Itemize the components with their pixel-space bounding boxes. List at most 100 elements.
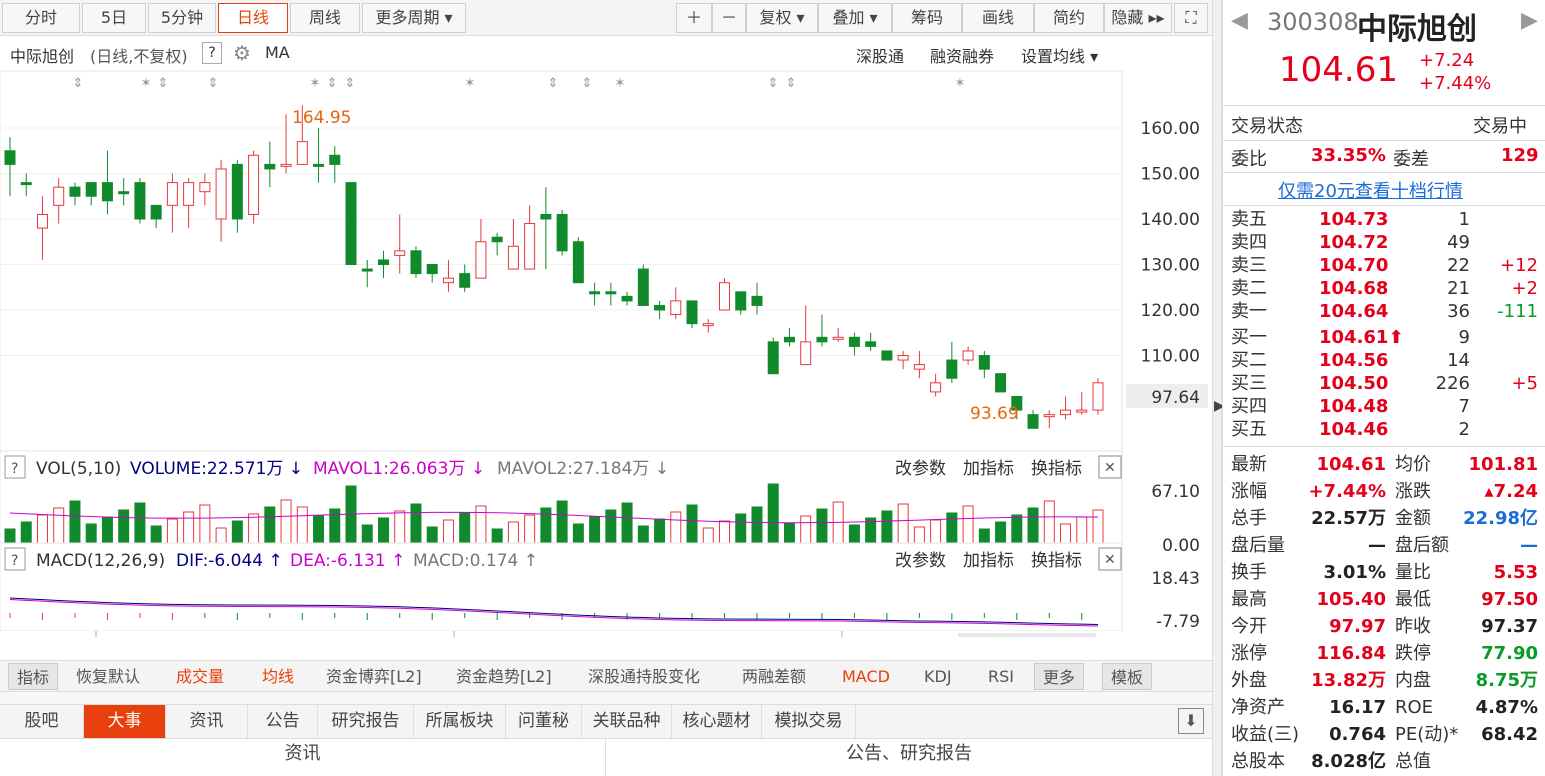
bid-row: 买三 104.50 226 +5 — [1223, 372, 1545, 395]
bottom-tab-6[interactable]: 问董秘 — [506, 705, 582, 738]
candle-body — [995, 373, 1007, 393]
candle-body — [556, 213, 568, 252]
volume-bar — [1076, 516, 1088, 544]
bottom-tab-3[interactable]: 公告 — [248, 705, 318, 738]
tool-button-5[interactable]: 画线 — [962, 3, 1034, 33]
period-tab-3[interactable]: 日线 — [218, 3, 288, 33]
volume-bar — [783, 522, 795, 544]
tool-button-7[interactable]: 隐藏 ▸▸ — [1104, 3, 1172, 33]
event-marker-icon[interactable]: ⇕ — [327, 76, 338, 91]
period-tab-1[interactable]: 5日 — [82, 3, 146, 33]
bottom-tab-1[interactable]: 大事 — [84, 705, 166, 738]
bottom-tab-0[interactable]: 股吧 — [0, 705, 84, 738]
next-stock-icon[interactable]: ▶ — [1521, 8, 1538, 33]
candle-body — [589, 291, 601, 295]
indicator-tab-4[interactable]: 资金博弈[L2] — [326, 663, 422, 690]
event-marker-icon[interactable]: ✶ — [955, 76, 966, 91]
event-marker-icon[interactable]: ✶ — [615, 76, 626, 91]
prev-stock-icon[interactable]: ◀ — [1231, 8, 1248, 33]
stat-label: 净资产 — [1231, 697, 1285, 718]
bottom-tab-7[interactable]: 关联品种 — [582, 705, 672, 738]
event-marker-icon[interactable]: ⇕ — [208, 76, 219, 91]
kline-chart[interactable]: 160.00 150.00 140.00 130.00 120.00 110.00 97.6… — [0, 37, 1212, 637]
tool-button-2[interactable]: 复权 ▾ — [746, 3, 818, 33]
indicator-tab-9[interactable]: KDJ — [924, 663, 952, 690]
macd-link-1[interactable]: 加指标 — [963, 551, 1014, 571]
bottom-tab-4[interactable]: 研究报告 — [318, 705, 414, 738]
vol-link-0[interactable]: 改参数 — [895, 459, 946, 479]
bottom-tab-5[interactable]: 所属板块 — [414, 705, 506, 738]
indicator-tab-5[interactable]: 资金趋势[L2] — [456, 663, 552, 690]
candle-body — [36, 213, 48, 229]
indicator-tab-6[interactable]: 深股通持股变化 — [588, 663, 700, 690]
ask-row: 卖二 104.68 21 +2 — [1223, 277, 1545, 300]
bottom-tab-8[interactable]: 核心题材 — [672, 705, 762, 738]
macd-link-0[interactable]: 改参数 — [895, 551, 946, 571]
macd-bottom: -7.79 — [1156, 612, 1200, 632]
volume-bar — [53, 507, 65, 544]
volume-bar — [540, 507, 552, 544]
event-marker-icon[interactable]: ✶ — [141, 76, 152, 91]
bottom-tab-9[interactable]: 模拟交易 — [762, 705, 856, 738]
indicator-tab-3[interactable]: 均线 — [262, 663, 294, 690]
tool-button-0[interactable]: ＋ — [676, 3, 712, 33]
stat-row: 最高 105.40 最低 97.50 — [1223, 586, 1545, 613]
candle-body — [199, 182, 211, 193]
candle-body — [394, 250, 406, 256]
event-marker-icon[interactable]: ⇕ — [548, 76, 559, 91]
tool-button-6[interactable]: 简约 — [1034, 3, 1104, 33]
candle-body — [491, 236, 503, 243]
volume-bar — [442, 519, 454, 544]
volume-bar — [475, 505, 487, 544]
event-marker-icon[interactable]: ⇕ — [768, 76, 779, 91]
event-marker-icon[interactable]: ✶ — [465, 76, 476, 91]
book-change: +12 — [1500, 255, 1538, 276]
period-tab-0[interactable]: 分时 — [2, 3, 80, 33]
indicator-tab-12[interactable]: 模板 — [1102, 663, 1153, 690]
scroll-right-icon[interactable]: » — [1190, 635, 1200, 637]
stat-label: 今开 — [1231, 616, 1267, 637]
candle-body — [962, 350, 974, 361]
event-marker-icon[interactable]: ⇕ — [582, 76, 593, 91]
indicator-tab-7[interactable]: 两融差额 — [742, 663, 806, 690]
ten-level-link[interactable]: 仅需20元查看十档行情 — [1278, 177, 1463, 203]
volume-bar — [556, 500, 568, 544]
indicator-tab-1[interactable]: 恢复默认 — [76, 663, 140, 690]
tool-button-1[interactable]: － — [712, 3, 746, 33]
vol-link-1[interactable]: 加指标 — [963, 459, 1014, 479]
indicator-tab-0[interactable]: 指标 — [8, 663, 59, 690]
candle-body — [345, 182, 357, 266]
indicator-tab-11[interactable]: 更多 — [1034, 663, 1085, 690]
volume-bar — [686, 504, 698, 544]
tool-button-4[interactable]: 筹码 — [892, 3, 962, 33]
event-marker-icon[interactable]: ✶ — [310, 76, 321, 91]
download-icon[interactable]: ⬇ — [1178, 708, 1204, 734]
indicator-tab-10[interactable]: RSI — [988, 663, 1014, 690]
scroll-left-icon[interactable]: « — [6, 635, 16, 637]
splitter[interactable] — [0, 692, 1212, 704]
bottom-tab-2[interactable]: 资讯 — [166, 705, 248, 738]
ask-row: 卖四 104.72 49 — [1223, 231, 1545, 254]
event-marker-icon[interactable]: ⇕ — [345, 76, 356, 91]
candle-body — [767, 341, 779, 375]
period-tab-5[interactable]: 更多周期 ▾ — [362, 3, 466, 33]
macd-link-2[interactable]: 换指标 — [1031, 551, 1082, 571]
event-marker-icon[interactable]: ⇕ — [786, 76, 797, 91]
vol-link-2[interactable]: 换指标 — [1031, 459, 1082, 479]
panel-splitter[interactable]: ▶ — [1212, 0, 1225, 776]
indicator-tab-8[interactable]: MACD — [842, 663, 890, 690]
macd-label: MACD(12,26,9) — [36, 551, 165, 571]
event-marker-icon[interactable]: ⇕ — [73, 76, 84, 91]
event-marker-icon[interactable]: ⇕ — [158, 76, 169, 91]
volume-bar — [719, 520, 731, 544]
candle-body — [4, 150, 16, 165]
quote-stock-name: 中际旭创 — [1357, 12, 1477, 47]
volume-bar — [183, 511, 195, 544]
period-tab-2[interactable]: 5分钟 — [148, 3, 216, 33]
tool-button-8[interactable]: ⛶ — [1174, 3, 1208, 33]
chart-toolbar: 分时 5日 5分钟 日线 周线 更多周期 ▾ ＋－复权 ▾ 叠加 ▾ 筹码 画线 简约 隐藏 ▸▸ ⛶ — [0, 0, 1212, 36]
indicator-tab-2[interactable]: 成交量 — [176, 663, 224, 690]
period-tab-4[interactable]: 周线 — [290, 3, 360, 33]
tool-button-3[interactable]: 叠加 ▾ — [818, 3, 892, 33]
candle-body — [20, 182, 32, 186]
